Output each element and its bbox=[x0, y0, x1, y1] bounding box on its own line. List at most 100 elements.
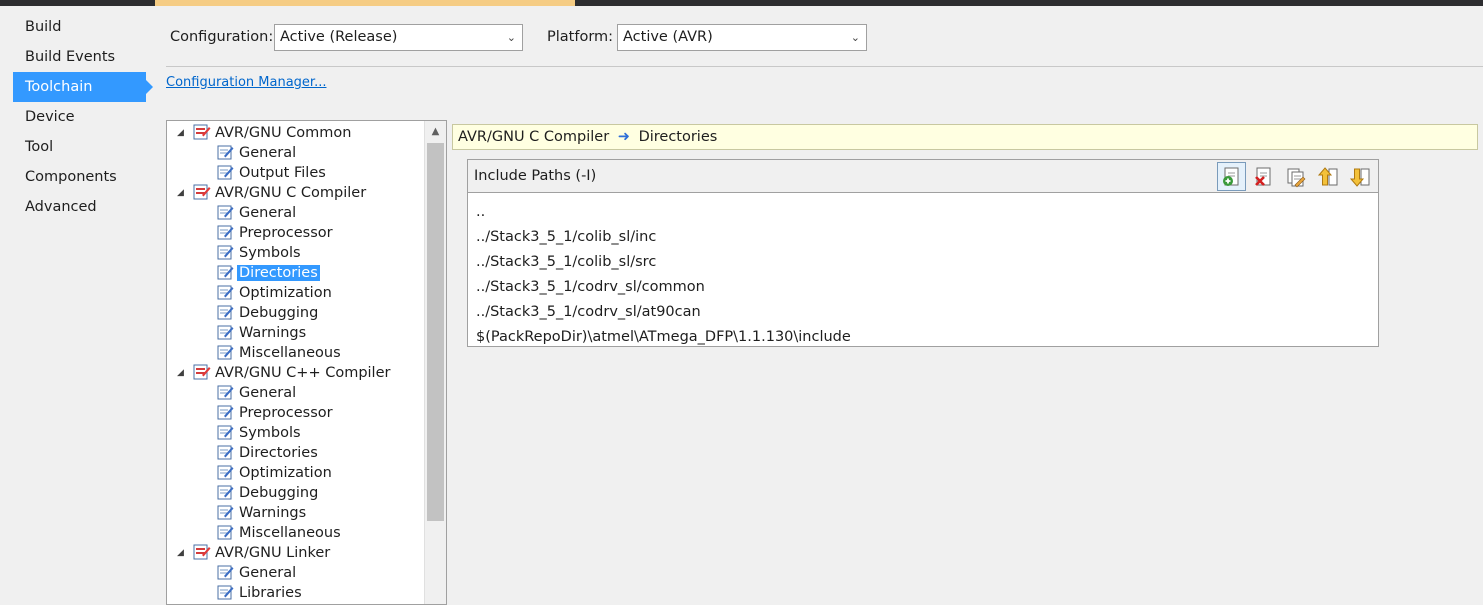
breadcrumb: AVR/GNU C Compiler ➜ Directories bbox=[452, 124, 1478, 150]
tree-item[interactable]: Debugging bbox=[217, 483, 318, 503]
list-item[interactable]: .. bbox=[476, 200, 851, 225]
move-up-icon bbox=[1317, 166, 1337, 185]
platform-select[interactable]: Active (AVR) ⌄ bbox=[617, 24, 867, 51]
tree-item[interactable]: General bbox=[217, 203, 296, 223]
tree-item[interactable]: Optimization bbox=[217, 463, 332, 483]
tree-item[interactable]: Output Files bbox=[217, 163, 326, 183]
list-item[interactable]: ../Stack3_5_1/codrv_sl/at90can bbox=[476, 300, 851, 325]
tree-group[interactable]: ◢ AVR/GNU Common bbox=[177, 123, 351, 143]
platform-value: Active (AVR) bbox=[623, 29, 713, 45]
chevron-down-icon: ⌄ bbox=[850, 31, 860, 44]
tree-item[interactable]: Optimization bbox=[217, 283, 332, 303]
tree-item-label: Libraries bbox=[239, 585, 302, 601]
nav-item-advanced[interactable]: Advanced bbox=[0, 192, 160, 222]
property-page-icon bbox=[217, 265, 234, 279]
collapse-triangle-icon[interactable]: ◢ bbox=[177, 543, 191, 563]
collapse-triangle-icon[interactable]: ◢ bbox=[177, 183, 191, 203]
move-up-button[interactable] bbox=[1313, 162, 1342, 191]
tree-item-label: General bbox=[239, 385, 297, 401]
property-page-icon bbox=[217, 485, 234, 499]
nav-item-build-events[interactable]: Build Events bbox=[0, 42, 160, 72]
tree-item[interactable]: Miscellaneous bbox=[217, 343, 341, 363]
tree-item[interactable]: General bbox=[217, 563, 296, 583]
collapse-triangle-icon[interactable]: ◢ bbox=[177, 123, 191, 143]
property-page-icon bbox=[217, 425, 234, 439]
property-page-icon bbox=[217, 405, 234, 419]
delete-item-icon bbox=[1254, 167, 1270, 186]
edit-item-button[interactable] bbox=[1281, 162, 1310, 191]
property-group-icon bbox=[193, 364, 211, 379]
property-page-icon bbox=[217, 285, 234, 299]
property-page-icon bbox=[217, 305, 234, 319]
nav-item-toolchain[interactable]: Toolchain bbox=[13, 72, 153, 102]
add-item-icon bbox=[1222, 167, 1238, 186]
tree-item[interactable]: Symbols bbox=[217, 243, 301, 263]
property-page-icon bbox=[217, 505, 234, 519]
tree-group-label: AVR/GNU C Compiler bbox=[215, 185, 367, 201]
include-paths-panel: Include Paths (-I) .. ../Stack3_5_1/coli… bbox=[467, 159, 1379, 347]
tree-item-label: Miscellaneous bbox=[239, 345, 341, 361]
list-item[interactable]: ../Stack3_5_1/colib_sl/inc bbox=[476, 225, 851, 250]
tree-item[interactable]: Preprocessor bbox=[217, 223, 333, 243]
nav-item-device[interactable]: Device bbox=[0, 102, 160, 132]
tree-item[interactable]: Debugging bbox=[217, 303, 318, 323]
tree-group-label: AVR/GNU Common bbox=[215, 125, 352, 141]
tree-item[interactable]: Symbols bbox=[217, 423, 301, 443]
nav-item-components[interactable]: Components bbox=[0, 162, 160, 192]
tree-item[interactable]: General bbox=[217, 143, 296, 163]
property-page-icon bbox=[217, 585, 234, 599]
list-item[interactable]: ../Stack3_5_1/codrv_sl/common bbox=[476, 275, 851, 300]
configuration-manager-link[interactable]: Configuration Manager... bbox=[166, 75, 326, 90]
tree-group[interactable]: ◢ AVR/GNU C Compiler bbox=[177, 183, 366, 203]
nav-item-tool[interactable]: Tool bbox=[0, 132, 160, 162]
divider bbox=[166, 66, 1483, 67]
tree-scrollbar[interactable]: ▲ bbox=[424, 121, 446, 604]
move-down-icon bbox=[1349, 168, 1369, 187]
tree-item[interactable]: Directories bbox=[217, 443, 318, 463]
breadcrumb-parent: AVR/GNU C Compiler bbox=[458, 129, 610, 145]
property-page-icon bbox=[217, 325, 234, 339]
tree-item[interactable]: Warnings bbox=[217, 503, 306, 523]
nav-item-build[interactable]: Build bbox=[0, 12, 160, 42]
delete-item-button[interactable] bbox=[1249, 162, 1278, 191]
add-item-button[interactable] bbox=[1217, 162, 1246, 191]
chevron-down-icon: ⌄ bbox=[506, 31, 516, 44]
tree-group[interactable]: ◢ AVR/GNU C++ Compiler bbox=[177, 363, 390, 383]
collapse-triangle-icon[interactable]: ◢ bbox=[177, 363, 191, 383]
tree-item[interactable]: Preprocessor bbox=[217, 403, 333, 423]
property-page-icon bbox=[217, 245, 234, 259]
tree-item[interactable]: General bbox=[217, 383, 296, 403]
arrow-right-icon: ➜ bbox=[617, 129, 630, 145]
active-document-tab-highlight[interactable] bbox=[155, 0, 575, 6]
property-page-icon bbox=[217, 205, 234, 219]
property-page-nav: Build Build Events Toolchain Device Tool… bbox=[0, 12, 160, 222]
scroll-up-arrow-icon[interactable]: ▲ bbox=[425, 121, 446, 143]
property-page-icon bbox=[217, 465, 234, 479]
platform-label: Platform: bbox=[547, 29, 614, 45]
property-page-icon bbox=[217, 385, 234, 399]
include-paths-list[interactable]: .. ../Stack3_5_1/colib_sl/inc ../Stack3_… bbox=[476, 200, 851, 350]
tree-group[interactable]: ◢ AVR/GNU Linker bbox=[177, 543, 330, 563]
list-item[interactable]: ../Stack3_5_1/colib_sl/src bbox=[476, 250, 851, 275]
tree-item-label: Warnings bbox=[239, 325, 307, 341]
tree-item-label: Directories bbox=[237, 265, 320, 281]
tree-item[interactable]: Warnings bbox=[217, 323, 306, 343]
move-down-button[interactable] bbox=[1345, 162, 1374, 191]
tree-item[interactable]: Miscellaneous bbox=[217, 523, 341, 543]
property-group-icon bbox=[193, 184, 211, 199]
scrollbar-thumb[interactable] bbox=[427, 143, 444, 521]
tree-item[interactable]: Directories bbox=[217, 263, 320, 283]
include-paths-title: Include Paths (-I) bbox=[474, 168, 597, 184]
configuration-select[interactable]: Active (Release) ⌄ bbox=[274, 24, 523, 51]
tree-item-label: Warnings bbox=[239, 505, 307, 521]
tree-item-label: General bbox=[239, 565, 297, 581]
list-item[interactable]: $(PackRepoDir)\atmel\ATmega_DFP\1.1.130\… bbox=[476, 325, 851, 350]
tree-item-label: Symbols bbox=[239, 245, 301, 261]
property-page-icon bbox=[217, 225, 234, 239]
toolchain-tree[interactable]: ◢ AVR/GNU Common General Output Files ◢ AVR/G… bbox=[166, 120, 447, 605]
tree-item[interactable]: Libraries bbox=[217, 583, 302, 603]
property-group-icon bbox=[193, 544, 211, 559]
tree-item-label: Debugging bbox=[239, 305, 319, 321]
tree-item-label: Optimization bbox=[239, 285, 332, 301]
tree-item-label: Directories bbox=[239, 445, 318, 461]
